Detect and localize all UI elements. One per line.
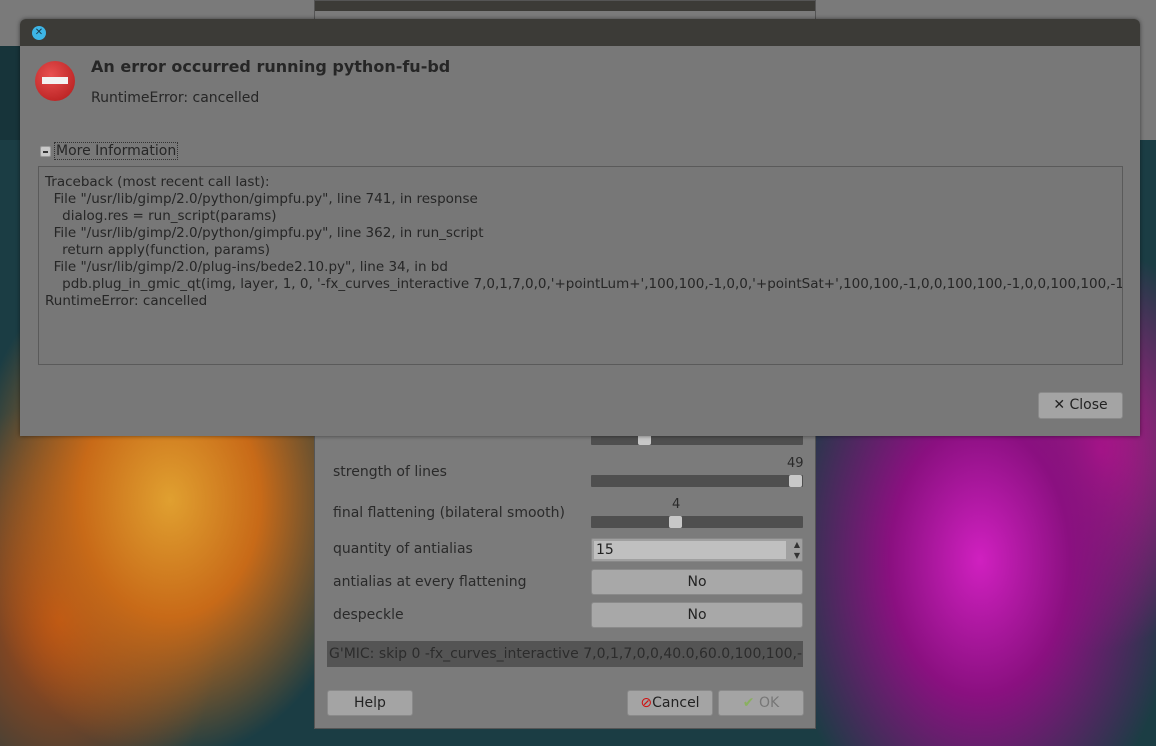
strength-of-lines-value: 49 bbox=[787, 456, 804, 471]
wallpaper-edge bbox=[0, 46, 20, 140]
gmic-command-preview: G'MIC: skip 0 -fx_curves_interactive 7,0… bbox=[327, 641, 803, 667]
antialias-quantity-input[interactable] bbox=[594, 541, 786, 559]
no-entry-icon: ⊘ bbox=[640, 695, 653, 711]
more-information-label[interactable]: More Information bbox=[54, 142, 179, 160]
collapse-icon[interactable] bbox=[40, 145, 51, 157]
dialog-titlebar: ✕ bbox=[20, 19, 1140, 46]
help-button[interactable]: Help bbox=[327, 690, 413, 716]
spin-up-icon[interactable]: ▲ bbox=[794, 540, 800, 549]
error-heading: An error occurred running python-fu-bd bbox=[91, 57, 451, 76]
close-x-icon: ✕ bbox=[1053, 397, 1066, 413]
error-dialog: ✕ An error occurred running python-fu-bd… bbox=[20, 19, 1140, 436]
spin-down-icon[interactable]: ▼ bbox=[794, 551, 800, 560]
strength-of-lines-label: strength of lines bbox=[333, 464, 447, 480]
slider-knob[interactable] bbox=[669, 516, 682, 528]
error-icon bbox=[35, 61, 75, 101]
close-label: Close bbox=[1069, 397, 1108, 413]
antialias-quantity-spinner[interactable]: ▲ ▼ bbox=[591, 538, 803, 562]
check-icon: ✔ bbox=[742, 695, 755, 711]
despeckle-label: despeckle bbox=[333, 607, 404, 623]
strength-of-lines-slider[interactable] bbox=[591, 475, 803, 487]
final-flattening-value: 4 bbox=[672, 497, 681, 512]
antialias-every-toggle[interactable]: No bbox=[591, 569, 803, 595]
error-message: RuntimeError: cancelled bbox=[91, 90, 260, 106]
slider-knob[interactable] bbox=[789, 475, 802, 487]
cancel-button[interactable]: ⊘Cancel bbox=[627, 690, 713, 716]
despeckle-toggle[interactable]: No bbox=[591, 602, 803, 628]
ok-label: OK bbox=[758, 695, 780, 711]
final-flattening-slider[interactable] bbox=[591, 516, 803, 528]
ok-button[interactable]: ✔ OK bbox=[718, 690, 804, 716]
close-button[interactable]: ✕ Close bbox=[1038, 392, 1123, 419]
window-titlebar bbox=[315, 1, 815, 11]
antialias-quantity-label: quantity of antialias bbox=[333, 541, 473, 557]
cancel-label: Cancel bbox=[652, 695, 700, 711]
close-icon[interactable]: ✕ bbox=[32, 26, 46, 40]
final-flattening-label: final flattening (bilateral smooth) bbox=[333, 505, 565, 521]
more-information-expander[interactable]: More Information bbox=[40, 142, 179, 160]
antialias-every-label: antialias at every flattening bbox=[333, 574, 527, 590]
traceback-text[interactable]: Traceback (most recent call last): File … bbox=[38, 166, 1123, 365]
